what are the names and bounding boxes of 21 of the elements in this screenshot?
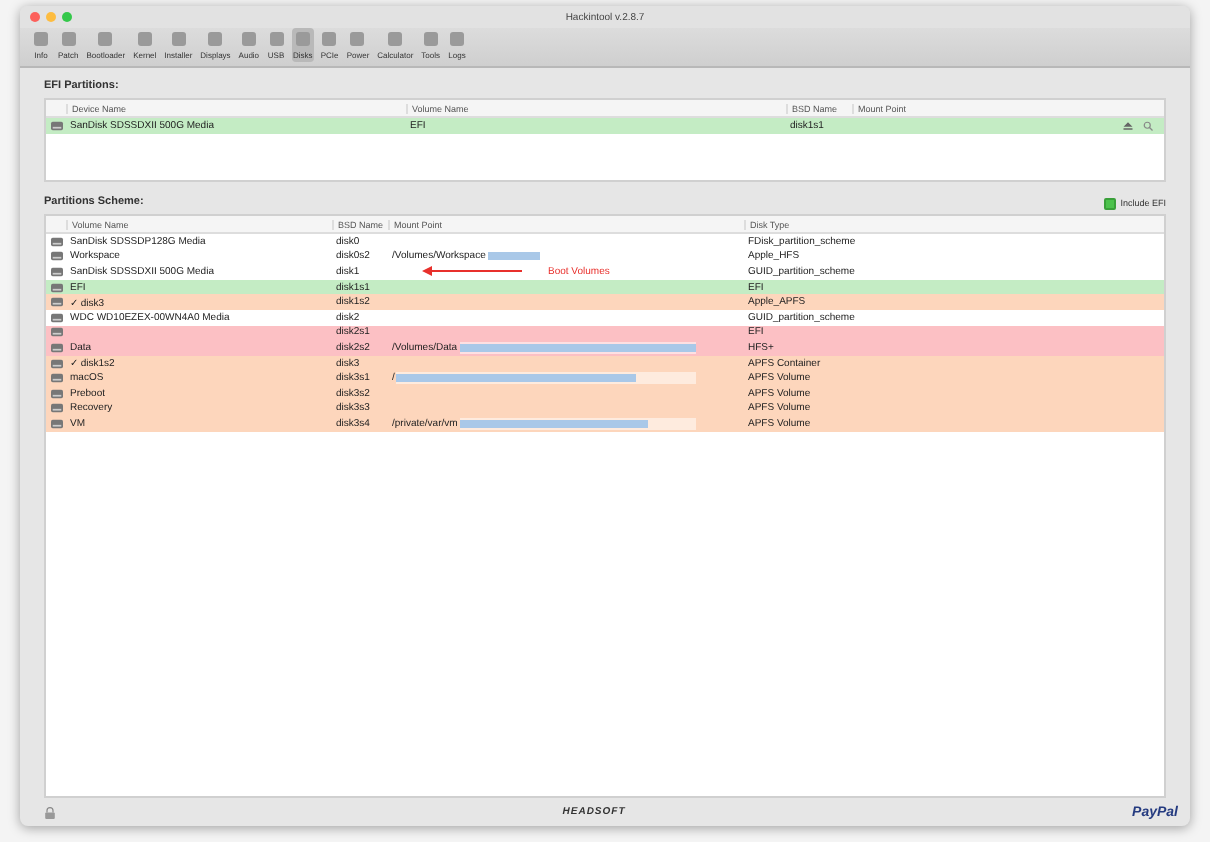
square-icon	[421, 30, 440, 48]
eject-icon[interactable]	[1122, 119, 1134, 132]
square-icon	[348, 30, 367, 48]
square-icon	[386, 30, 405, 48]
lock-icon[interactable]	[44, 805, 56, 819]
minimize-button[interactable]	[46, 12, 56, 22]
square-icon	[135, 30, 154, 48]
square-icon	[169, 30, 188, 48]
square-icon	[59, 30, 78, 48]
square-icon	[320, 30, 339, 48]
square-icon	[293, 30, 312, 48]
magnifier-icon[interactable]	[1142, 119, 1154, 132]
square-icon	[32, 30, 50, 48]
checkbox[interactable]	[1104, 197, 1117, 209]
square-icon	[267, 30, 286, 48]
square-icon	[96, 30, 115, 48]
square-icon	[448, 30, 467, 48]
square-icon	[206, 30, 225, 48]
zoom-button[interactable]	[62, 12, 72, 22]
close-button[interactable]	[30, 12, 40, 22]
square-icon	[239, 30, 258, 48]
